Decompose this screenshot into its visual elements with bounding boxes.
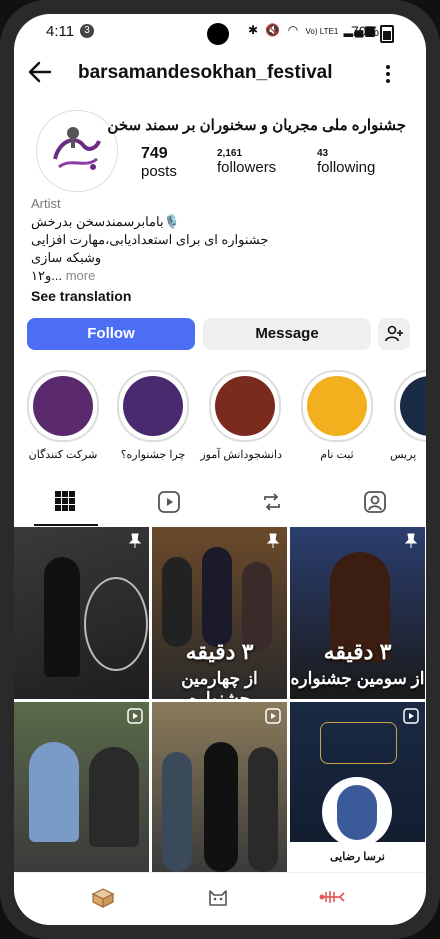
- follow-button[interactable]: Follow: [27, 318, 195, 350]
- tab-reposts[interactable]: [220, 482, 323, 526]
- add-person-icon: [385, 325, 403, 342]
- tagged-icon: [364, 491, 386, 513]
- following-label: following: [317, 159, 376, 176]
- message-button[interactable]: Message: [203, 318, 371, 350]
- profile-header: barsamandesokhan_festival: [14, 54, 426, 94]
- suggest-users-button[interactable]: [378, 318, 410, 350]
- status-time: 4:11: [46, 23, 75, 40]
- post-tile[interactable]: ۳ دقیقه از چهارمین جشنواره: [152, 527, 287, 699]
- profile-full-name: جشنواره ملی مجریان و سخنوران بر سمند سخن: [107, 117, 406, 134]
- bottom-navigation: [14, 872, 426, 925]
- front-camera: [207, 23, 229, 45]
- bio-line-truncated: ۱۲و... more: [31, 268, 95, 284]
- highlight-item[interactable]: پریس: [390, 370, 426, 461]
- cat-icon[interactable]: [206, 885, 230, 909]
- post-tile[interactable]: [152, 702, 287, 874]
- highlight-item[interactable]: ثبت نام: [300, 370, 374, 461]
- following-count: 43: [317, 148, 329, 159]
- reel-icon: [403, 708, 419, 724]
- highlight-label: چرا جشنواره؟: [120, 449, 186, 461]
- post-tile[interactable]: [14, 527, 149, 699]
- bio-line: وشبکه سازی: [31, 250, 102, 265]
- post-portrait: [322, 777, 392, 847]
- bluetooth-icon: ✱: [248, 23, 261, 37]
- posts-stat[interactable]: 749 posts: [141, 145, 177, 180]
- bio-line: بامابرسمندسخن بدرخش🎙️: [31, 214, 180, 229]
- posts-count: 749: [141, 145, 168, 162]
- highlight-label: دانشجودانش آموز: [200, 449, 282, 461]
- screen: 4:11 3 ✱ 🔇 ◠ Vo) LTE1 ▂▄▆ 70% barsamande…: [14, 14, 426, 925]
- battery-icon: [380, 25, 394, 43]
- post-caption-name: نرسا رضایی: [330, 851, 385, 863]
- fish-bone-icon[interactable]: [318, 885, 346, 909]
- highlight-item[interactable]: چرا جشنواره؟: [116, 370, 190, 461]
- post-graphic: [320, 722, 397, 764]
- wifi-icon: ◠: [287, 23, 301, 37]
- followers-count: 2,161: [217, 148, 243, 159]
- highlight-item[interactable]: دانشجودانش آموز: [200, 370, 282, 461]
- bio-line: جشنواره ای برای استعدادیابی،مهارت افزایی: [31, 232, 269, 247]
- posts-grid: ۳ دقیقه از چهارمین جشنواره ۳ دقیقه از سو…: [14, 527, 426, 874]
- reposts-icon: [264, 493, 280, 511]
- back-arrow-icon[interactable]: [26, 58, 54, 86]
- post-tile[interactable]: نرسا رضایی: [290, 702, 425, 874]
- bio-line-text: ۱۲و...: [31, 268, 63, 283]
- profile-username: barsamandesokhan_festival: [78, 62, 333, 83]
- tab-grid[interactable]: [14, 482, 117, 526]
- profile-tabs: [14, 482, 426, 526]
- story-highlights: شرکت کنندگان چرا جشنواره؟ دانشجودانش آمو…: [14, 370, 426, 470]
- notification-badge: 3: [80, 24, 94, 38]
- network-label: Vo) LTE1: [305, 27, 339, 36]
- post-graphic: [84, 577, 148, 671]
- highlight-thumbnail: [123, 376, 183, 436]
- highlight-thumbnail: [215, 376, 275, 436]
- highlight-label: شرکت کنندگان: [28, 449, 98, 461]
- pin-icon: [404, 533, 418, 548]
- highlight-thumbnail: [400, 376, 426, 436]
- highlight-thumbnail: [33, 376, 93, 436]
- posts-label: posts: [141, 163, 177, 180]
- post-person: [44, 557, 80, 677]
- followers-label: followers: [217, 159, 277, 176]
- grid-icon: [55, 491, 75, 511]
- status-bar: 4:11 3 ✱ 🔇 ◠ Vo) LTE1 ▂▄▆ 70%: [14, 14, 426, 48]
- highlight-thumbnail: [307, 376, 367, 436]
- highlight-label: ثبت نام: [320, 449, 354, 461]
- post-tile[interactable]: [14, 702, 149, 874]
- more-options-icon[interactable]: [380, 60, 396, 88]
- tab-tagged[interactable]: [323, 482, 426, 526]
- festival-logo-icon: [39, 113, 115, 189]
- mute-icon: 🔇: [265, 23, 283, 37]
- battery-percent: 70%: [351, 23, 380, 39]
- post-overlay-caption: از سومین جشنواره: [290, 669, 425, 688]
- bio-more-link[interactable]: more: [66, 268, 96, 283]
- phone-frame: 4:11 3 ✱ 🔇 ◠ Vo) LTE1 ▂▄▆ 70% barsamande…: [0, 0, 440, 939]
- post-overlay-title: ۳ دقیقه: [185, 639, 254, 664]
- tab-reels[interactable]: [117, 482, 220, 526]
- following-stat[interactable]: 43 following: [317, 148, 375, 176]
- reel-icon: [265, 708, 281, 724]
- highlight-label: پریس: [390, 449, 417, 461]
- post-tile[interactable]: ۳ دقیقه از سومین جشنواره: [290, 527, 425, 699]
- followers-stat[interactable]: 2,161 followers: [217, 148, 276, 176]
- profile-category: Artist: [31, 196, 61, 211]
- post-overlay-caption: از چهارمین جشنواره: [181, 669, 258, 699]
- home-box-icon[interactable]: [90, 885, 116, 909]
- pin-icon: [266, 533, 280, 548]
- pin-icon: [128, 533, 142, 548]
- highlight-item[interactable]: شرکت کنندگان: [26, 370, 100, 461]
- post-overlay-title: ۳ دقیقه: [323, 639, 392, 664]
- reels-icon: [158, 491, 180, 513]
- active-tab-indicator: [34, 524, 98, 526]
- reel-icon: [127, 708, 143, 724]
- see-translation-link[interactable]: See translation: [31, 288, 131, 304]
- profile-avatar[interactable]: [36, 110, 118, 192]
